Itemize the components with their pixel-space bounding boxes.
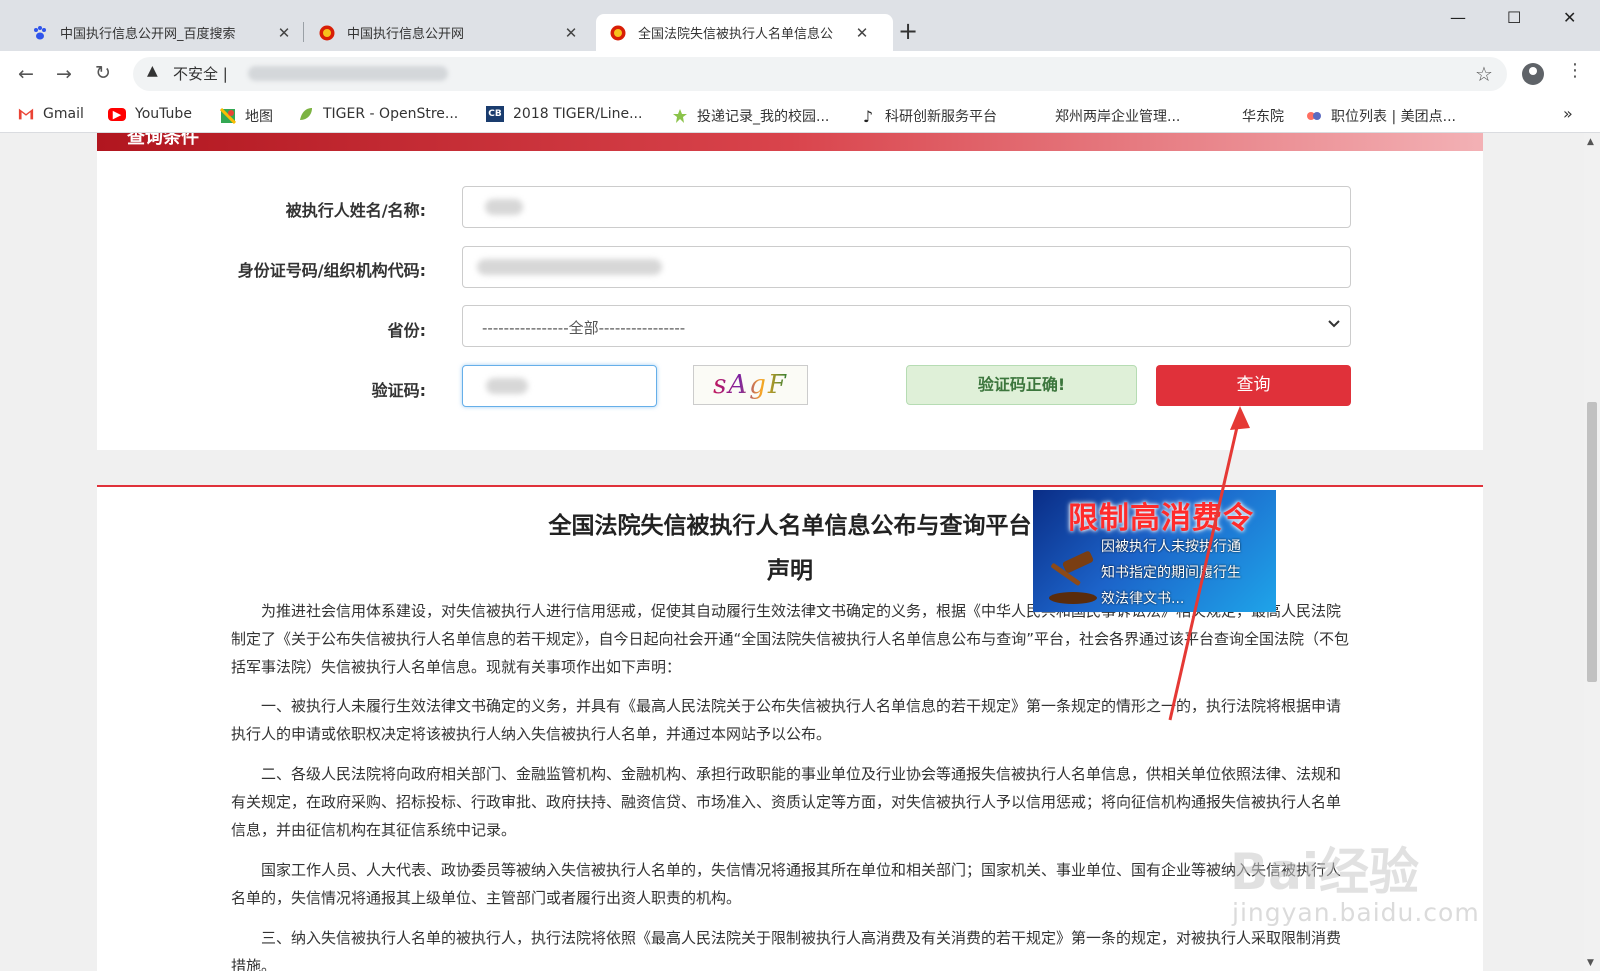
captcha-label: 验证码:: [371, 381, 426, 400]
scrollbar-thumb[interactable]: [1587, 402, 1597, 682]
court-emblem-icon: [319, 25, 335, 41]
tab-close-icon[interactable]: ✕: [563, 24, 579, 42]
declaration-paragraph: 二、各级人民法院将向政府相关部门、金融监管机构、金融机构、承担行政职能的事业单位…: [231, 765, 1342, 839]
captcha-image[interactable]: sAgF: [693, 365, 808, 405]
blurred-url: [248, 66, 448, 81]
province-label: 省份:: [387, 321, 426, 340]
province-selected-value: ----------------全部----------------: [482, 319, 686, 337]
tab-close-icon[interactable]: ✕: [276, 24, 292, 42]
annotation-arrow-icon: [1168, 406, 1250, 721]
maximize-button[interactable]: ☐: [1507, 8, 1521, 27]
close-window-button[interactable]: ✕: [1563, 8, 1576, 27]
minimize-button[interactable]: —: [1450, 8, 1466, 27]
tab-dishonest-list-active[interactable]: 全国法院失信被执行人名单信息公 ✕: [596, 14, 893, 51]
bookmark-zhengzhou[interactable]: 郑州两岸企业管理...: [1055, 106, 1180, 126]
blurred-captcha-value: [486, 378, 528, 394]
bookmark-tiger-osm[interactable]: TIGER - OpenStre...: [298, 106, 458, 122]
menu-kebab-icon[interactable]: ⋮: [1566, 60, 1584, 81]
chevron-down-icon: [1327, 316, 1341, 334]
bookmarks-overflow-button[interactable]: »: [1563, 104, 1573, 123]
query-form-header-title: 查询条件: [127, 133, 199, 148]
tab-title: 中国执行信息公开网: [347, 27, 465, 42]
tab-title: 中国执行信息公开网_百度搜索: [60, 27, 236, 42]
warning-icon[interactable]: ▲: [147, 63, 158, 79]
declaration-paragraph: 三、纳入失信被执行人名单的被执行人，执行法院将依照《最高人民法院关于限制被执行人…: [231, 929, 1342, 971]
tab-separator: [303, 22, 304, 42]
back-button[interactable]: ←: [18, 63, 34, 85]
new-tab-button[interactable]: +: [898, 17, 918, 45]
meituan-icon: [1306, 108, 1322, 124]
bookmark-huadong[interactable]: 华东院: [1242, 106, 1284, 126]
captcha-image-text: sAgF: [713, 370, 788, 400]
id-number-label: 身份证号码/组织机构代码:: [237, 261, 426, 280]
forward-button[interactable]: →: [56, 63, 72, 85]
reload-button[interactable]: ↻: [95, 62, 111, 84]
gmail-icon: [18, 106, 34, 122]
name-label: 被执行人姓名/名称:: [285, 201, 426, 220]
youtube-icon: ▶: [108, 107, 126, 121]
bookmark-research[interactable]: ♪ 科研创新服务平台: [860, 106, 997, 126]
blurred-id-value: [477, 259, 662, 275]
security-label: 不安全 |: [173, 65, 228, 83]
leaf-icon: [298, 106, 314, 122]
bookmark-youtube[interactable]: ▶ YouTube: [108, 106, 192, 122]
tab-court-info[interactable]: 中国执行信息公开网 ✕: [305, 14, 593, 51]
tab-close-icon[interactable]: ✕: [854, 24, 870, 42]
bookmark-meituan[interactable]: 职位列表 | 美团点...: [1306, 106, 1456, 126]
scroll-up-arrow-icon[interactable]: ▲: [1587, 137, 1594, 147]
bookmark-campus[interactable]: 投递记录_我的校园...: [672, 106, 829, 126]
scroll-down-arrow-icon[interactable]: ▼: [1587, 958, 1594, 968]
captcha-status-badge: 验证码正确!: [906, 365, 1137, 405]
tab-baidu-search[interactable]: 中国执行信息公开网_百度搜索 ✕: [18, 14, 306, 51]
watermark-logo: Bai经验: [1230, 843, 1419, 901]
avatar-head: [1529, 67, 1537, 75]
bookmark-maps[interactable]: 地图: [220, 106, 273, 126]
bookmark-tiger-line[interactable]: CB 2018 TIGER/Line...: [486, 106, 642, 122]
star-icon: [672, 108, 688, 124]
gavel-icon: [1049, 551, 1097, 604]
declaration-paragraph: 国家工作人员、人大代表、政协委员等被纳入失信被执行人名单的，失信情况将通报其所在…: [231, 861, 1342, 907]
query-form-header: 查询条件: [97, 133, 1483, 151]
baidu-paw-icon: [32, 25, 48, 41]
court-emblem-icon: [610, 25, 626, 41]
watermark-url: jingyan.baidu.com: [1232, 898, 1480, 927]
tab-title: 全国法院失信被执行人名单信息公: [638, 27, 834, 42]
maps-icon: [220, 108, 236, 124]
bookmark-gmail[interactable]: Gmail: [18, 106, 84, 122]
cb-icon: CB: [486, 106, 504, 122]
blurred-name-value: [485, 199, 523, 215]
name-input[interactable]: [462, 186, 1351, 228]
bookmark-star-icon[interactable]: ☆: [1475, 62, 1493, 86]
note-icon: ♪: [862, 106, 874, 126]
